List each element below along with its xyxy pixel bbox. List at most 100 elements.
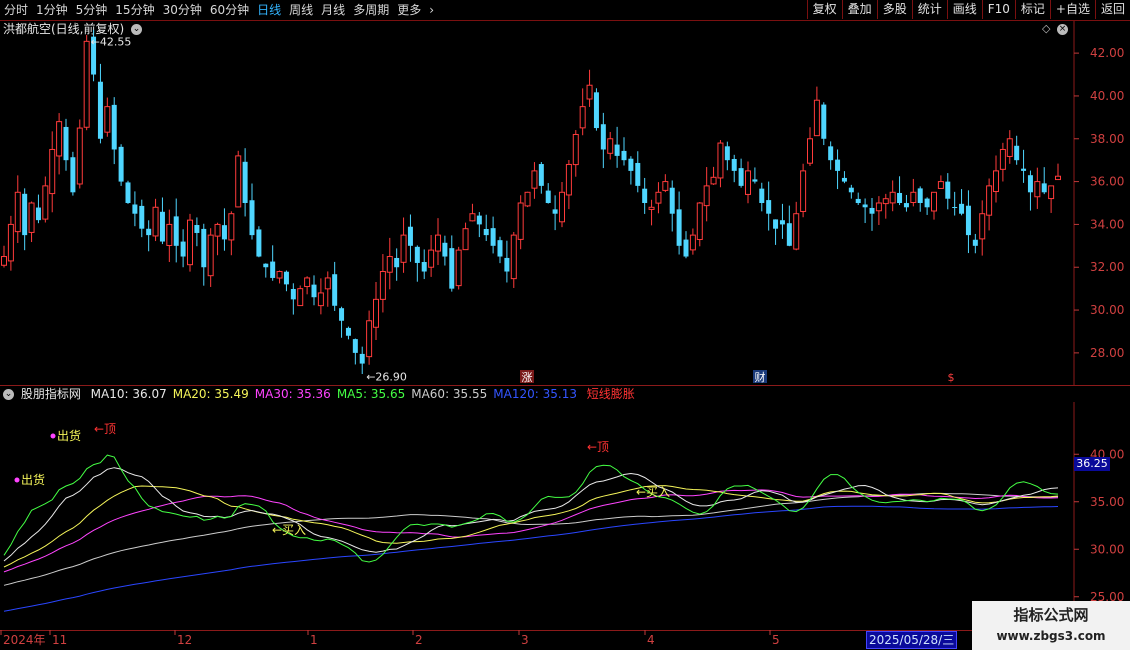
candle: [1006, 130, 1013, 164]
event-marker[interactable]: $: [948, 371, 955, 384]
candle: [1021, 149, 1027, 183]
candle: [931, 191, 937, 220]
candle: [118, 144, 124, 186]
period-tab-5[interactable]: 60分钟: [206, 0, 253, 20]
y-tick-label: 42.00: [1090, 46, 1124, 60]
y-tick-label: 34.00: [1090, 217, 1124, 231]
candle: [800, 163, 807, 218]
candle: [807, 127, 813, 166]
candles: [1, 29, 1061, 374]
candle: [207, 228, 214, 287]
candle: [724, 141, 730, 171]
indicator-name: 股朋指标网: [20, 387, 81, 401]
candle: [1055, 163, 1061, 181]
candle: [683, 231, 689, 259]
legend-item-4: MA60: 35.55: [411, 387, 488, 401]
candle: [662, 174, 669, 193]
candle: [14, 175, 21, 243]
toolbar-button-0[interactable]: 复权: [806, 0, 842, 19]
candle: [490, 216, 496, 254]
candle: [421, 249, 427, 280]
candle: [628, 156, 634, 185]
period-tab-1[interactable]: 1分钟: [32, 0, 72, 20]
toolbar-button-5[interactable]: F10: [981, 0, 1015, 19]
toolbar-button-2[interactable]: 多股: [876, 0, 912, 19]
candle: [738, 158, 744, 188]
x-tick-label: 5: [772, 633, 780, 647]
event-marker[interactable]: 财: [753, 370, 767, 384]
svg-text:出货: 出货: [57, 428, 81, 443]
candle: [56, 113, 63, 175]
period-tab-0[interactable]: 分时: [0, 0, 32, 20]
chevron-right-icon[interactable]: ›: [425, 0, 438, 20]
candle: [332, 261, 338, 311]
candle: [180, 229, 186, 268]
candle: [972, 233, 978, 254]
candle: [442, 235, 448, 266]
candle: [703, 167, 710, 222]
candle: [773, 219, 779, 245]
candle: [917, 186, 923, 212]
sell-signal-label: 出货: [14, 472, 45, 487]
candle: [835, 149, 841, 190]
candle: [428, 235, 435, 277]
legend-item-0: MA10: 36.07: [90, 387, 167, 401]
candle: [435, 218, 441, 265]
main-y-axis: 42.00 40.00 38.00 36.00 34.00 32.00 30.00 28.00: [1074, 46, 1124, 360]
x-tick-label: 11: [52, 633, 67, 647]
candle: [324, 271, 331, 307]
indicator-header: ⌄ 股朋指标网 MA10: 36.07 MA20: 35.49 MA30: 35.3…: [3, 386, 641, 402]
candle: [263, 263, 269, 278]
candle: [449, 235, 455, 292]
period-tab-10[interactable]: 更多: [393, 0, 425, 20]
chevron-down-icon[interactable]: ⌄: [3, 389, 14, 400]
candle: [125, 180, 131, 204]
candle: [731, 154, 737, 183]
candle: [152, 198, 159, 242]
candle: [531, 162, 538, 199]
candle: [400, 217, 407, 273]
candle: [952, 191, 958, 216]
period-tab-9[interactable]: 多周期: [349, 0, 393, 20]
toolbar-button-3[interactable]: 统计: [911, 0, 947, 19]
candlestick-chart[interactable]: 42.00 40.00 38.00 36.00 34.00 32.00 30.00 28.00…: [0, 21, 1130, 385]
y-tick-label: 30.00: [1090, 542, 1124, 556]
candle: [635, 151, 641, 193]
svg-text:←顶: ←顶: [587, 440, 609, 454]
candle: [559, 181, 565, 228]
top-signal-label: ←顶: [587, 440, 609, 454]
candle: [297, 285, 304, 307]
x-axis: 2024年 11 12 1 2 3 4 5: [0, 630, 1074, 647]
period-tabs: 分时 1分钟 5分钟 15分钟 30分钟 60分钟 日线 周线 月线 多周期 更多 ›: [0, 0, 438, 20]
candle: [648, 199, 655, 226]
period-tab-3[interactable]: 15分钟: [111, 0, 158, 20]
period-tab-8[interactable]: 月线: [317, 0, 349, 20]
candle: [1027, 170, 1033, 211]
toolbar-button-4[interactable]: 画线: [946, 0, 982, 19]
site-watermark: 指标公式网 www.zbgs3.com: [972, 601, 1130, 650]
y-tick-label: 32.00: [1090, 260, 1124, 274]
y-tick-label: 35.00: [1090, 495, 1124, 509]
toolbar-button-1[interactable]: 叠加: [841, 0, 877, 19]
candle: [862, 198, 868, 224]
toolbar-button-6[interactable]: 标记: [1014, 0, 1050, 19]
toolbar-button-8[interactable]: 返回: [1094, 0, 1130, 19]
candle: [593, 88, 599, 131]
x-tick-label: 1: [310, 633, 318, 647]
candle: [1048, 185, 1055, 213]
candle: [256, 226, 262, 258]
candle: [283, 270, 289, 292]
candle: [752, 167, 758, 184]
event-marker[interactable]: 涨: [520, 370, 534, 384]
candle: [669, 180, 675, 232]
indicator-chart[interactable]: 40.0035.0030.0025.00 出货出货←买入←买入←顶←顶: [0, 402, 1130, 630]
period-tab-6[interactable]: 日线: [253, 0, 285, 20]
candle: [394, 248, 400, 281]
period-tab-7[interactable]: 周线: [285, 0, 317, 20]
candle: [841, 171, 847, 184]
candle: [745, 161, 751, 204]
period-tab-2[interactable]: 5分钟: [72, 0, 112, 20]
watermark-title: 指标公式网: [1013, 606, 1089, 624]
period-tab-4[interactable]: 30分钟: [159, 0, 206, 20]
toolbar-button-7[interactable]: +自选: [1049, 0, 1095, 19]
